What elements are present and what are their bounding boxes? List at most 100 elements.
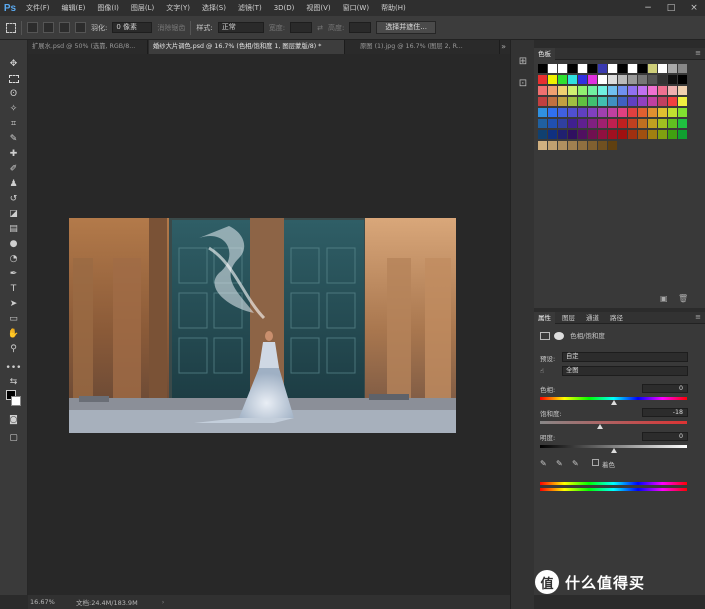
swatch[interactable] bbox=[598, 130, 607, 139]
zoom-tool-icon[interactable]: ⚲ bbox=[6, 343, 21, 355]
swatch[interactable] bbox=[598, 64, 607, 73]
menu-window[interactable]: 窗口(W) bbox=[337, 3, 375, 13]
swap-icon[interactable]: ⇄ bbox=[317, 24, 323, 32]
swatch[interactable] bbox=[578, 130, 587, 139]
feather-input[interactable]: 0 像素 bbox=[112, 22, 153, 33]
swatch[interactable] bbox=[548, 64, 557, 73]
history-brush-tool-icon[interactable]: ↺ bbox=[6, 193, 21, 205]
swatch[interactable] bbox=[618, 97, 627, 106]
swatch[interactable] bbox=[608, 130, 617, 139]
hand-adjust-icon[interactable]: ☝ bbox=[540, 367, 544, 375]
swatch[interactable] bbox=[638, 64, 647, 73]
swatch[interactable] bbox=[678, 108, 687, 117]
swatch[interactable] bbox=[628, 75, 637, 84]
swatch[interactable] bbox=[668, 64, 677, 73]
swatch[interactable] bbox=[648, 64, 657, 73]
swatch[interactable] bbox=[648, 119, 657, 128]
width-input[interactable] bbox=[290, 22, 313, 33]
rectangle-tool-icon[interactable]: ▭ bbox=[6, 313, 21, 325]
swatch[interactable] bbox=[618, 130, 627, 139]
tab-document-3[interactable]: 原图 (1).jpg @ 16.7% (图层 2, R... bbox=[356, 40, 500, 54]
swatch[interactable] bbox=[538, 97, 547, 106]
saturation-slider-track[interactable] bbox=[540, 421, 687, 424]
intersect-selection-button[interactable] bbox=[75, 22, 86, 33]
hand-tool-icon[interactable]: ✋ bbox=[6, 328, 21, 340]
swatch[interactable] bbox=[578, 86, 587, 95]
tab-document-2[interactable]: 婚纱大片调色.psd @ 16.7% (色相/饱和度 1, 图层蒙版/8) * bbox=[149, 40, 345, 54]
swatch[interactable] bbox=[588, 86, 597, 95]
swatch[interactable] bbox=[578, 141, 587, 150]
swatch[interactable] bbox=[578, 108, 587, 117]
swatch[interactable] bbox=[628, 97, 637, 106]
swatch[interactable] bbox=[668, 108, 677, 117]
minimize-button[interactable]: − bbox=[637, 0, 659, 16]
blur-tool-icon[interactable]: ● bbox=[6, 238, 21, 250]
swatch[interactable] bbox=[618, 119, 627, 128]
swatch[interactable] bbox=[538, 119, 547, 128]
swatch[interactable] bbox=[598, 86, 607, 95]
swap-colors-icon[interactable]: ⇆ bbox=[6, 376, 21, 388]
clone-stamp-tool-icon[interactable]: ♟ bbox=[6, 178, 21, 190]
swatch[interactable] bbox=[558, 108, 567, 117]
style-select[interactable]: 正常 bbox=[217, 22, 264, 33]
swatch[interactable] bbox=[638, 86, 647, 95]
swatch[interactable] bbox=[588, 97, 597, 106]
swatch[interactable] bbox=[628, 64, 637, 73]
hue-slider-thumb[interactable] bbox=[610, 400, 617, 405]
swatch[interactable] bbox=[598, 119, 607, 128]
marquee-tool-preset-icon[interactable] bbox=[6, 22, 16, 33]
menu-filter[interactable]: 滤镜(T) bbox=[232, 3, 268, 13]
menu-select[interactable]: 选择(S) bbox=[196, 3, 232, 13]
tab-swatches[interactable]: 色板 bbox=[534, 48, 555, 60]
swatch[interactable] bbox=[568, 64, 577, 73]
swatch[interactable] bbox=[648, 108, 657, 117]
menu-view[interactable]: 视图(V) bbox=[300, 3, 336, 13]
subtract-selection-button[interactable] bbox=[59, 22, 70, 33]
lightness-input[interactable]: 0 bbox=[642, 432, 688, 441]
swatch[interactable] bbox=[608, 64, 617, 73]
swatch[interactable] bbox=[558, 64, 567, 73]
swatch[interactable] bbox=[548, 141, 557, 150]
swatch[interactable] bbox=[678, 86, 687, 95]
swatch[interactable] bbox=[548, 130, 557, 139]
screen-mode-icon[interactable]: ▢ bbox=[6, 432, 21, 444]
maximize-button[interactable]: □ bbox=[660, 0, 682, 16]
eraser-tool-icon[interactable]: ◪ bbox=[6, 208, 21, 220]
menu-help[interactable]: 帮助(H) bbox=[375, 3, 412, 13]
swatch[interactable] bbox=[558, 75, 567, 84]
swatch[interactable] bbox=[548, 108, 557, 117]
swatch[interactable] bbox=[658, 119, 667, 128]
swatch[interactable] bbox=[548, 119, 557, 128]
swatch[interactable] bbox=[628, 130, 637, 139]
swatch[interactable] bbox=[678, 64, 687, 73]
swatch[interactable] bbox=[638, 75, 647, 84]
swatch[interactable] bbox=[648, 86, 657, 95]
swatch[interactable] bbox=[628, 119, 637, 128]
swatch[interactable] bbox=[608, 97, 617, 106]
swatch[interactable] bbox=[618, 75, 627, 84]
menu-edit[interactable]: 编辑(E) bbox=[56, 3, 92, 13]
swatch[interactable] bbox=[568, 130, 577, 139]
marquee-tool-icon[interactable] bbox=[6, 73, 21, 85]
swatch[interactable] bbox=[658, 97, 667, 106]
colorize-checkbox[interactable] bbox=[592, 459, 599, 466]
swatch[interactable] bbox=[578, 119, 587, 128]
move-tool-icon[interactable]: ✥ bbox=[6, 58, 21, 70]
tab-properties[interactable]: 属性 bbox=[534, 312, 555, 324]
saturation-input[interactable]: -18 bbox=[642, 408, 688, 417]
crop-tool-icon[interactable]: ⌗ bbox=[6, 118, 21, 130]
swatch[interactable] bbox=[578, 75, 587, 84]
mask-icon[interactable] bbox=[554, 332, 565, 340]
new-swatch-icon[interactable]: ▣ bbox=[660, 294, 668, 303]
swatch[interactable] bbox=[678, 75, 687, 84]
swatch[interactable] bbox=[588, 75, 597, 84]
tab-channels[interactable]: 通道 bbox=[582, 312, 603, 324]
swatch[interactable] bbox=[558, 86, 567, 95]
magic-wand-tool-icon[interactable]: ✧ bbox=[6, 103, 21, 115]
swatch[interactable] bbox=[538, 75, 547, 84]
delete-swatch-icon[interactable]: 🗑 bbox=[678, 294, 688, 303]
swatch[interactable] bbox=[608, 75, 617, 84]
swatch[interactable] bbox=[628, 108, 637, 117]
swatch[interactable] bbox=[548, 75, 557, 84]
swatch[interactable] bbox=[558, 119, 567, 128]
